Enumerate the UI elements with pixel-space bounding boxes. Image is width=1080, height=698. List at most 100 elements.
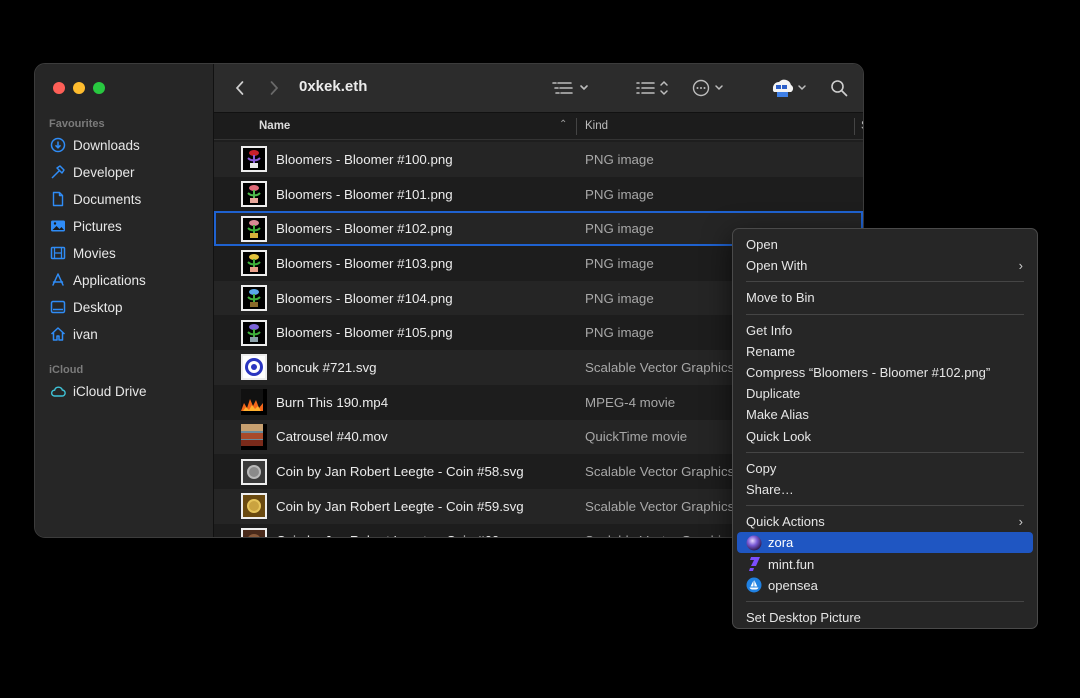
menu-item-label: Open — [746, 237, 778, 253]
menu-item-label: Open With — [746, 258, 808, 274]
file-kind: MPEG-4 movie — [585, 394, 676, 410]
sidebar-item-movies[interactable]: Movies — [49, 242, 116, 264]
group-by-button[interactable] — [552, 76, 592, 100]
file-thumbnail — [241, 319, 267, 346]
menu-item-label: Compress “Bloomers - Bloomer #102.png” — [746, 365, 991, 381]
file-kind: PNG image — [585, 290, 654, 306]
file-name: Burn This 190.mp4 — [276, 394, 389, 410]
file-name: boncuk #721.svg — [276, 359, 377, 375]
sidebar-item-label: Applications — [73, 272, 146, 288]
sort-ascending-icon: ⌃ — [559, 119, 568, 130]
sidebar-item-icloud-drive[interactable]: iCloud Drive — [49, 380, 147, 402]
file-name: Bloomers - Bloomer #102.png — [276, 221, 453, 237]
sidebar-item-label: Movies — [73, 245, 116, 261]
menu-item-duplicate[interactable]: Duplicate — [737, 383, 1033, 404]
menu-item-label: Set Desktop Picture — [746, 609, 861, 625]
file-name: Coin by Jan Robert Leegte - Coin #59.svg — [276, 498, 524, 514]
sidebar-item-documents[interactable]: Documents — [49, 188, 141, 210]
menu-item-label: Get Info — [746, 322, 793, 338]
column-kind[interactable]: Kind — [585, 120, 608, 132]
column-divider[interactable] — [576, 118, 577, 135]
window-controls — [53, 82, 105, 94]
sidebar-item-desktop[interactable]: Desktop — [49, 296, 123, 318]
file-kind: PNG image — [585, 151, 654, 167]
sidebar-item-label: Pictures — [73, 218, 122, 234]
column-divider[interactable] — [854, 118, 855, 135]
file-name: Coin by Jan Robert Leegte - Coin #58.svg — [276, 464, 524, 480]
sidebar-item-label: Documents — [73, 191, 142, 207]
file-kind: PNG image — [585, 325, 654, 341]
menu-item-quick-actions[interactable]: Quick Actions › — [737, 511, 1033, 532]
sidebar-item-pictures[interactable]: Pictures — [49, 215, 122, 237]
file-thumbnail — [241, 250, 267, 277]
film-icon — [49, 244, 67, 262]
sidebar-item-downloads[interactable]: Downloads — [49, 134, 140, 156]
favourites-section-label: Favourites — [49, 118, 105, 130]
profile-menu-button[interactable] — [770, 76, 810, 100]
menu-item-mint-fun[interactable]: mint.fun — [737, 553, 1033, 574]
menu-item-share[interactable]: Share… — [737, 479, 1033, 500]
more-actions-icon — [692, 79, 723, 97]
file-kind: Scalable Vector Graphics — [585, 533, 734, 537]
file-thumbnail — [241, 493, 267, 520]
menu-item-get-info[interactable]: Get Info — [737, 320, 1033, 341]
desktop-icon — [49, 298, 67, 316]
icloud-section-label: iCloud — [49, 364, 84, 376]
menu-item-move-to-bin[interactable]: Move to Bin — [737, 287, 1033, 308]
menu-item-open[interactable]: Open — [737, 234, 1033, 255]
column-size[interactable]: S — [861, 120, 863, 132]
menu-item-quick-look[interactable]: Quick Look — [737, 426, 1033, 447]
menu-item-make-alias[interactable]: Make Alias — [737, 404, 1033, 425]
menu-item-set-desktop-picture[interactable]: Set Desktop Picture — [737, 607, 1033, 628]
chevron-right-icon: › — [1018, 258, 1023, 274]
menu-item-label: Quick Actions — [746, 514, 825, 530]
file-thumbnail — [241, 389, 267, 416]
sidebar-item-label: ivan — [73, 326, 98, 342]
file-thumbnail — [241, 215, 267, 242]
forward-button[interactable] — [262, 76, 286, 100]
back-button[interactable] — [228, 76, 252, 100]
photo-icon — [49, 217, 67, 235]
file-name: Catrousel #40.mov — [276, 429, 388, 445]
column-name[interactable]: Name — [259, 120, 290, 132]
minimize-button[interactable] — [73, 82, 85, 94]
menu-item-compress[interactable]: Compress “Bloomers - Bloomer #102.png” — [737, 362, 1033, 383]
menu-item-open-with[interactable]: Open With › — [737, 255, 1033, 276]
file-row[interactable]: Bloomers - Bloomer #100.png PNG image — [214, 142, 863, 177]
file-kind: PNG image — [585, 221, 654, 237]
menu-item-zora[interactable]: zora — [737, 532, 1033, 554]
file-name: Bloomers - Bloomer #101.png — [276, 186, 453, 202]
menu-item-label: zora — [768, 535, 794, 551]
close-button[interactable] — [53, 82, 65, 94]
menu-item-rename[interactable]: Rename — [737, 341, 1033, 362]
search-button[interactable] — [828, 76, 850, 100]
file-thumbnail — [241, 458, 267, 485]
sort-view-button[interactable] — [636, 76, 672, 100]
group-by-icon — [552, 82, 588, 94]
sidebar-item-home[interactable]: ivan — [49, 323, 98, 345]
sidebar-item-developer[interactable]: Developer — [49, 161, 135, 183]
column-header: Name ⌃ Kind S — [214, 113, 863, 140]
home-icon — [49, 325, 67, 343]
profile-avatar-icon — [772, 79, 806, 97]
more-actions-button[interactable] — [692, 76, 728, 100]
file-name: Coin by Jan Robert Leegte - Coin #60.svg — [276, 533, 524, 537]
file-name: Bloomers - Bloomer #100.png — [276, 151, 453, 167]
file-kind: PNG image — [585, 186, 654, 202]
menu-separator — [746, 505, 1024, 507]
file-kind: QuickTime movie — [585, 429, 688, 445]
sidebar-item-applications[interactable]: Applications — [49, 269, 146, 291]
file-thumbnail — [241, 354, 267, 381]
file-row[interactable]: Bloomers - Bloomer #101.png PNG image — [214, 176, 863, 212]
sidebar-item-label: Downloads — [73, 137, 140, 153]
back-icon — [235, 81, 244, 95]
menu-item-copy[interactable]: Copy — [737, 458, 1033, 479]
sidebar-item-label: Desktop — [73, 299, 123, 315]
menu-item-label: Share… — [746, 481, 794, 497]
applications-icon — [49, 271, 67, 289]
sidebar-item-label: Developer — [73, 164, 135, 180]
zoom-button[interactable] — [93, 82, 105, 94]
menu-item-opensea[interactable]: opensea — [737, 575, 1033, 596]
file-thumbnail — [241, 423, 267, 450]
cloud-icon — [49, 382, 67, 400]
